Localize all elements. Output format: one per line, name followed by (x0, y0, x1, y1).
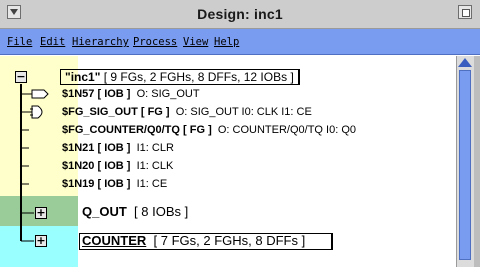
node-name: $FG_SIG_OUT [ FG ] (62, 106, 170, 118)
tree-node-1n19[interactable]: $1N19 [ IOB ] I1: CE (62, 178, 167, 190)
menu-process[interactable]: Process (133, 36, 177, 48)
design-window: Design: inc1 File Edit Hierarchy Process… (0, 0, 480, 267)
node-detail: O: SIG_OUT I0: CLK I1: CE (175, 106, 312, 118)
node-name: $1N19 [ IOB ] (62, 178, 131, 190)
node-detail: O: SIG_OUT (136, 88, 200, 100)
tree-node-1n21[interactable]: $1N21 [ IOB ] I1: CLR (62, 142, 174, 154)
node-detail: I1: CLR (136, 142, 174, 154)
menu-view[interactable]: View (183, 36, 208, 48)
menu-help[interactable]: Help (214, 36, 239, 48)
title-bar[interactable]: Design: inc1 (0, 0, 480, 29)
counter-group[interactable]: COUNTER [ 7 FGs, 2 FGHs, 8 DFFs ] (82, 233, 305, 248)
tree-node-fg-counter-q0-tq[interactable]: $FG_COUNTER/Q0/TQ [ FG ] O: COUNTER/Q0/T… (62, 124, 356, 136)
node-name: $FG_COUNTER/Q0/TQ [ FG ] (62, 124, 212, 136)
q-out-group[interactable]: Q_OUT [ 8 IOBs ] (82, 204, 188, 219)
node-detail: I1: CE (136, 178, 168, 190)
group-detail: [ 8 IOBs ] (134, 204, 189, 219)
maximize-button[interactable] (458, 5, 472, 19)
group-detail: [ 7 FGs, 2 FGHs, 8 DFFs ] (153, 233, 306, 248)
expand-q-out-button[interactable]: + (35, 207, 47, 219)
node-name: $1N20 [ IOB ] (62, 160, 131, 172)
fg-gate-symbol (21, 105, 43, 119)
root-node-detail: [ 9 FGs, 2 FGHs, 8 DFFs, 12 IOBs ] (103, 70, 294, 84)
tree-node-1n57[interactable]: $1N57 [ IOB ] O: SIG_OUT (62, 88, 200, 100)
iob-output-symbol (21, 89, 49, 99)
window-frame-edge (474, 56, 480, 267)
group-name: Q_OUT (82, 204, 127, 219)
window-title: Design: inc1 (197, 6, 283, 22)
scroll-up-arrow-icon[interactable] (458, 58, 472, 67)
menu-bar: File Edit Hierarchy Process View Help (0, 29, 480, 55)
vertical-scrollbar[interactable] (456, 56, 474, 267)
node-detail: O: COUNTER/Q0/TQ I0: Q0 (217, 124, 356, 136)
menu-hierarchy[interactable]: Hierarchy (72, 36, 129, 48)
tree-node-fg-sig-out[interactable]: $FG_SIG_OUT [ FG ] O: SIG_OUT I0: CLK I1… (62, 106, 312, 118)
root-node-name: "inc1" (65, 70, 101, 84)
tree-node-1n20[interactable]: $1N20 [ IOB ] I1: CLK (62, 160, 173, 172)
root-node[interactable]: "inc1" [ 9 FGs, 2 FGHs, 8 DFFs, 12 IOBs … (60, 69, 300, 85)
menu-edit[interactable]: Edit (40, 36, 65, 48)
node-name: $1N21 [ IOB ] (62, 142, 131, 154)
node-detail: I1: CLK (136, 160, 174, 172)
expand-counter-button[interactable]: + (35, 235, 47, 247)
scroll-thumb[interactable] (459, 70, 471, 260)
group-name: COUNTER (82, 233, 147, 248)
menu-file[interactable]: File (7, 36, 32, 48)
node-name: $1N57 [ IOB ] (62, 88, 131, 100)
collapse-root-button[interactable]: − (15, 71, 27, 83)
